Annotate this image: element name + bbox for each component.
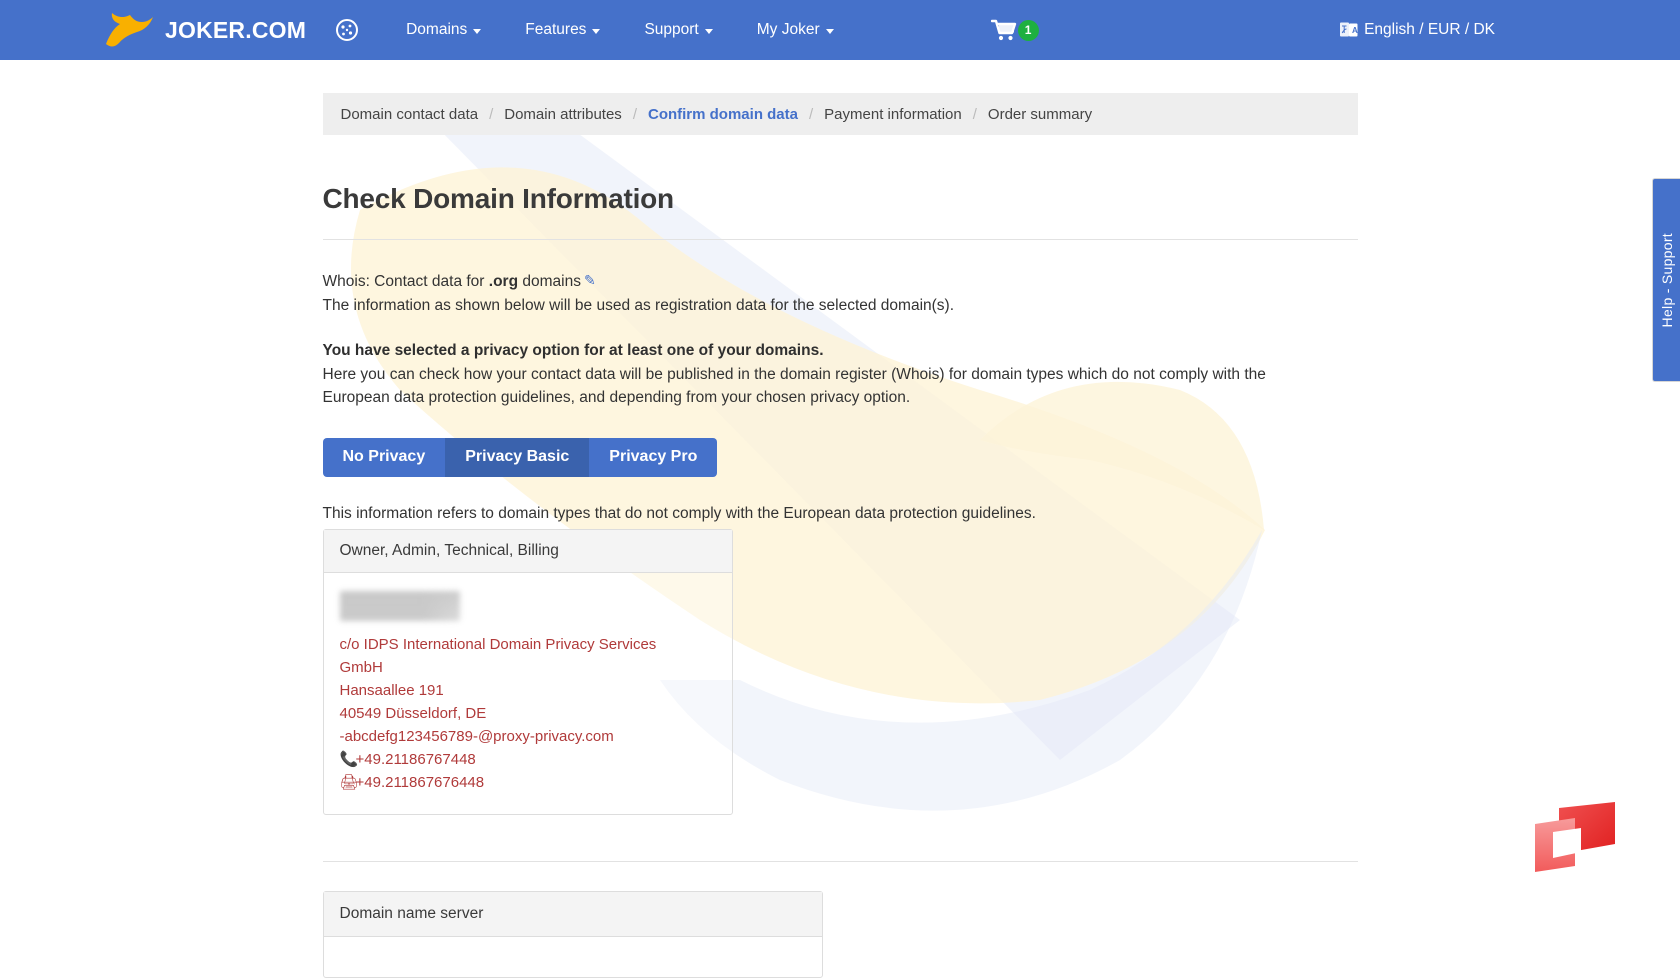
contact-fax-value: +49.211867676448 bbox=[355, 773, 485, 791]
contact-line-phone: 📞+49.21186767448 bbox=[340, 748, 716, 771]
help-support-tab[interactable]: Help - Support bbox=[1652, 178, 1680, 382]
whois-contact-line: Whois: Contact data for .org domains ✎️ bbox=[323, 269, 1358, 294]
nav-item-support-label: Support bbox=[644, 21, 699, 38]
breadcrumb-separator: / bbox=[632, 105, 637, 123]
breadcrumb-separator: / bbox=[972, 105, 977, 123]
edit-pencil-icon[interactable]: ✎️ bbox=[584, 272, 596, 288]
chevron-down-icon bbox=[825, 28, 834, 34]
section-divider bbox=[322, 860, 1358, 862]
breadcrumb-step-confirm-domain-data[interactable]: Confirm domain data bbox=[646, 106, 800, 123]
tab-privacy-basic[interactable]: Privacy Basic bbox=[445, 437, 590, 477]
primary-nav: Domains Features Support My Joker bbox=[384, 21, 856, 39]
nameserver-card-header: Domain name server bbox=[323, 891, 822, 937]
contact-line-fax: 🖨+49.211867676448 bbox=[340, 771, 716, 794]
chevron-down-icon bbox=[473, 28, 482, 34]
help-support-label: Help - Support bbox=[1658, 232, 1675, 328]
privacy-notice-block: You have selected a privacy option for a… bbox=[323, 339, 1358, 410]
privacy-notice-line-1: Here you can check how your contact data… bbox=[322, 365, 1266, 383]
nameserver-card-body bbox=[324, 937, 822, 977]
breadcrumb-step-domain-contact-data[interactable]: Domain contact data bbox=[339, 106, 481, 123]
whois-prefix-text: Whois: Contact data for bbox=[322, 273, 489, 290]
nav-item-features[interactable]: Features bbox=[503, 21, 622, 39]
breadcrumb-step-payment-information[interactable]: Payment information bbox=[822, 106, 964, 123]
privacy-notice-line-2: European data protection guidelines, and… bbox=[322, 389, 911, 406]
shopping-cart-button[interactable]: 1 bbox=[990, 18, 1039, 42]
registration-info-line: The information as shown below will be u… bbox=[322, 296, 955, 314]
svg-text:A: A bbox=[1352, 26, 1358, 35]
contact-phone-value: +49.21186767448 bbox=[355, 750, 476, 768]
domain-name-server-card: Domain name server bbox=[322, 890, 823, 978]
breadcrumb: Domain contact data / Domain attributes … bbox=[322, 93, 1358, 135]
page-content: Domain contact data / Domain attributes … bbox=[322, 60, 1358, 978]
contact-line-company: c/o IDPS International Domain Privacy Se… bbox=[339, 635, 657, 676]
whois-suffix-text: domains bbox=[518, 273, 581, 290]
breadcrumb-step-domain-attributes[interactable]: Domain attributes bbox=[502, 106, 624, 123]
top-navigation-bar: JOKER.COM Domains Features Support My Jo… bbox=[0, 0, 1680, 60]
joker-logo-icon bbox=[106, 13, 153, 47]
tab-no-privacy[interactable]: No Privacy bbox=[322, 437, 446, 477]
privacy-option-tabs: No Privacy Privacy Basic Privacy Pro bbox=[322, 437, 718, 477]
language-currency-selector[interactable]: A English / EUR / DK bbox=[1339, 20, 1495, 40]
contact-line-street: Hansaallee 191 bbox=[339, 681, 444, 699]
nav-item-my-joker-label: My Joker bbox=[756, 21, 820, 38]
breadcrumb-separator: / bbox=[809, 105, 814, 123]
brand-wordmark: JOKER.COM bbox=[165, 16, 307, 43]
fax-icon: 🖨 bbox=[339, 773, 359, 791]
cart-badge-count: 1 bbox=[1017, 19, 1039, 41]
privacy-notice-heading: You have selected a privacy option for a… bbox=[322, 342, 824, 359]
nav-item-my-joker[interactable]: My Joker bbox=[735, 21, 856, 39]
nav-item-domains-label: Domains bbox=[406, 21, 468, 38]
shopping-cart-icon bbox=[990, 19, 1016, 41]
chevron-down-icon bbox=[704, 28, 713, 34]
contact-data-card: Owner, Admin, Technical, Billing c/o IDP… bbox=[322, 528, 733, 815]
page-title: Check Domain Information bbox=[322, 183, 675, 214]
language-label: English / EUR / DK bbox=[1364, 21, 1495, 38]
brand-logo-link[interactable]: JOKER.COM bbox=[100, 10, 306, 50]
refers-to-note: This information refers to domain types … bbox=[322, 504, 1036, 522]
dashboard-icon[interactable] bbox=[334, 17, 360, 43]
contact-line-city: 40549 Düsseldorf, DE bbox=[339, 704, 487, 722]
contact-card-body: c/o IDPS International Domain Privacy Se… bbox=[324, 573, 732, 814]
intro-text-block: Whois: Contact data for .org domains ✎️ T… bbox=[323, 269, 1358, 317]
corner-brand-logo-icon bbox=[1535, 802, 1615, 872]
contact-line-email: -abcdefg123456789-@proxy-privacy.com bbox=[339, 727, 614, 745]
nav-item-domains[interactable]: Domains bbox=[384, 21, 503, 39]
breadcrumb-step-order-summary[interactable]: Order summary bbox=[986, 106, 1094, 123]
contact-card-header: Owner, Admin, Technical, Billing bbox=[323, 529, 732, 573]
title-divider bbox=[322, 239, 1358, 240]
tab-privacy-pro[interactable]: Privacy Pro bbox=[589, 437, 718, 477]
phone-icon: 📞 bbox=[339, 750, 359, 768]
translate-icon: A bbox=[1340, 22, 1358, 37]
chevron-down-icon bbox=[592, 28, 601, 34]
whois-tld-text: .org bbox=[488, 273, 519, 290]
breadcrumb-separator: / bbox=[489, 105, 494, 123]
nav-item-features-label: Features bbox=[525, 21, 587, 38]
redacted-owner-name bbox=[339, 590, 460, 621]
nav-item-support[interactable]: Support bbox=[622, 21, 734, 39]
